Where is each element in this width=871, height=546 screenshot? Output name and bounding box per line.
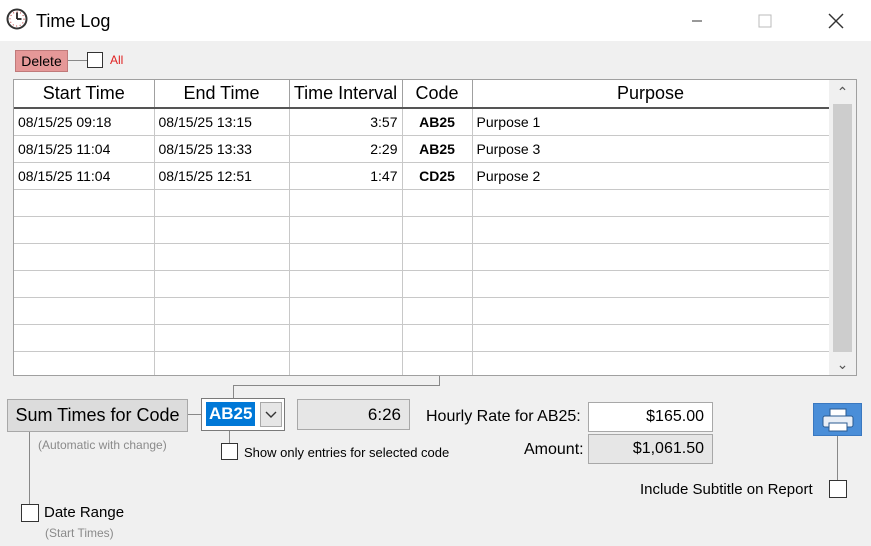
table-row[interactable]: 08/15/25 11:04 08/15/25 13:33 2:29 AB25 … — [14, 135, 830, 163]
column-header-start-time[interactable]: Start Time — [14, 80, 155, 109]
sum-hint: (Automatic with change) — [38, 438, 167, 452]
column-header-purpose[interactable]: Purpose — [472, 80, 830, 109]
chevron-up-icon: ⌃ — [836, 83, 849, 100]
purpose-cell[interactable]: Purpose 3 — [472, 135, 830, 163]
start-time-cell[interactable]: 08/15/25 11:04 — [14, 162, 155, 190]
scrollbar-thumb[interactable] — [833, 104, 852, 352]
column-header-code[interactable]: Code — [402, 80, 473, 109]
table-row[interactable]: 08/15/25 09:18 08/15/25 13:15 3:57 AB25 … — [14, 108, 830, 136]
show-only-label: Show only entries for selected code — [244, 445, 450, 460]
purpose-cell[interactable]: Purpose 2 — [472, 162, 830, 190]
connector-line — [29, 432, 30, 504]
connector-line — [837, 436, 838, 480]
date-range-checkbox[interactable] — [21, 504, 39, 522]
dropdown-button[interactable] — [260, 402, 282, 427]
close-icon — [828, 13, 844, 28]
close-button[interactable] — [813, 0, 859, 41]
chevron-down-icon — [265, 411, 277, 418]
empty-row[interactable] — [14, 270, 830, 298]
delete-all-checkbox[interactable] — [87, 52, 103, 68]
code-cell[interactable]: AB25 — [402, 135, 473, 163]
column-header-time-interval[interactable]: Time Interval — [289, 80, 403, 109]
connector-line — [233, 385, 234, 398]
scroll-down-button[interactable]: ⌄ — [829, 353, 856, 375]
end-time-cell[interactable]: 08/15/25 13:15 — [154, 108, 290, 136]
chevron-down-icon: ⌄ — [836, 355, 849, 372]
show-only-checkbox[interactable] — [221, 443, 238, 460]
scroll-up-button[interactable]: ⌃ — [829, 81, 856, 103]
clock-icon — [6, 8, 28, 30]
delete-button[interactable]: Delete — [15, 50, 68, 72]
end-time-cell[interactable]: 08/15/25 13:33 — [154, 135, 290, 163]
empty-row[interactable] — [14, 189, 830, 217]
purpose-cell[interactable]: Purpose 1 — [472, 108, 830, 136]
start-time-cell[interactable]: 08/15/25 09:18 — [14, 108, 155, 136]
table-row[interactable]: 08/15/25 11:04 08/15/25 12:51 1:47 CD25 … — [14, 162, 830, 190]
empty-row[interactable] — [14, 351, 830, 375]
empty-row[interactable] — [14, 216, 830, 244]
minimize-button[interactable] — [674, 0, 720, 41]
maximize-icon — [758, 14, 772, 27]
all-label: All — [110, 53, 124, 67]
total-time-field: 6:26 — [297, 399, 410, 430]
time-log-grid: Start Time End Time Time Interval Code P… — [13, 79, 857, 376]
empty-row[interactable] — [14, 243, 830, 271]
window-title: Time Log — [36, 11, 111, 31]
interval-cell[interactable]: 1:47 — [289, 162, 403, 190]
code-select[interactable]: AB25 — [201, 398, 285, 431]
code-cell[interactable]: CD25 — [402, 162, 473, 190]
connector-line — [188, 414, 201, 415]
end-time-cell[interactable]: 08/15/25 12:51 — [154, 162, 290, 190]
hourly-rate-input[interactable]: $165.00 — [588, 402, 713, 432]
maximize-button[interactable] — [742, 0, 788, 41]
empty-row[interactable] — [14, 297, 830, 325]
time-log-table: Start Time End Time Time Interval Code P… — [14, 80, 830, 375]
interval-cell[interactable]: 2:29 — [289, 135, 403, 163]
date-range-hint: (Start Times) — [45, 526, 114, 540]
print-button[interactable] — [813, 403, 862, 436]
include-subtitle-label: Include Subtitle on Report — [640, 481, 813, 498]
sum-times-button[interactable]: Sum Times for Code — [7, 399, 188, 432]
connector-line — [68, 60, 87, 61]
include-subtitle-checkbox[interactable] — [829, 480, 847, 498]
amount-field: $1,061.50 — [588, 434, 713, 464]
empty-row[interactable] — [14, 324, 830, 352]
column-header-end-time[interactable]: End Time — [154, 80, 290, 109]
header-row: Start Time End Time Time Interval Code P… — [14, 80, 830, 109]
connector-line — [233, 385, 440, 386]
minimize-icon — [692, 20, 702, 21]
selected-code: AB25 — [206, 402, 256, 426]
hourly-rate-label: Hourly Rate for AB25: — [426, 408, 581, 425]
start-time-cell[interactable]: 08/15/25 11:04 — [14, 135, 155, 163]
title-bar — [0, 0, 871, 41]
printer-icon — [822, 408, 853, 431]
code-cell[interactable]: AB25 — [402, 108, 473, 136]
amount-label: Amount: — [524, 441, 584, 458]
connector-line — [229, 431, 230, 443]
date-range-label: Date Range — [44, 504, 125, 521]
interval-cell[interactable]: 3:57 — [289, 108, 403, 136]
